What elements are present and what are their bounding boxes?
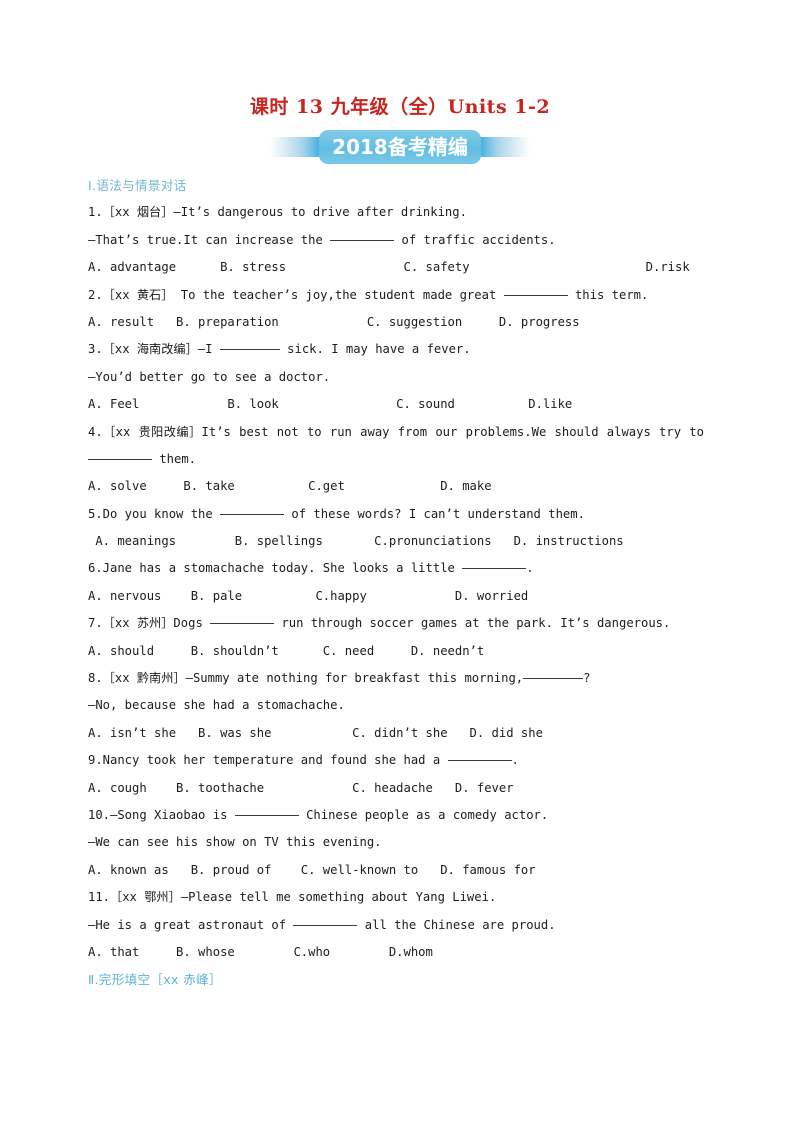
- question-8-reply: —No, because she had a stomachache.: [88, 698, 345, 713]
- question-1-reply-post: of traffic accidents.: [394, 232, 556, 247]
- question-3-reply: —You’d better go to see a doctor.: [88, 369, 331, 384]
- question-1-reply: —That’s true.It can increase the of traf…: [88, 227, 704, 254]
- question-3-stem-pre: 3.［xx 海南改编］—I: [88, 342, 220, 357]
- question-10-stem-pre: 10.—Song Xiaobao is: [88, 807, 235, 822]
- question-3-stem-post: sick. I may have a fever.: [279, 342, 471, 357]
- question-2-stem-post: this term.: [567, 287, 649, 302]
- question-4-stem-cont: them.: [88, 446, 704, 473]
- question-8-stem: 8.［xx 黔南州］—Summy ate nothing for breakfa…: [88, 665, 704, 692]
- question-5-stem-pre: 5.Do you know the: [88, 506, 221, 521]
- question-7-stem: 7.［xx 苏州］Dogs run through soccer games a…: [88, 610, 704, 637]
- answer-blank[interactable]: [210, 623, 275, 625]
- question-3-stem: 3.［xx 海南改编］—I sick. I may have a fever.: [88, 336, 704, 363]
- section-heading-cloze: Ⅱ.完形填空［xx 赤峰］: [88, 972, 222, 988]
- question-7-options[interactable]: A. should B. shouldn’t C. need D. needn’…: [88, 638, 704, 665]
- question-11-reply-pre: —He is a great astronaut of: [88, 917, 294, 932]
- question-10-reply: —We can see his show on TV this evening.: [88, 835, 382, 850]
- page-title: 课时 13 九年级（全）Units 1-2: [249, 96, 551, 118]
- question-9-stem-pre: 9.Nancy took her temperature and found s…: [88, 753, 448, 768]
- answer-blank[interactable]: [219, 349, 280, 351]
- question-1-options[interactable]: A. advantage B. stress C. safety D.risk: [88, 254, 704, 281]
- answer-blank[interactable]: [462, 568, 527, 570]
- question-9-stem: 9.Nancy took her temperature and found s…: [88, 747, 704, 774]
- question-7-stem-pre: 7.［xx 苏州］Dogs: [88, 616, 211, 631]
- question-6-stem-pre: 6.Jane has a stomachache today. She look…: [88, 561, 463, 576]
- question-5-stem: 5.Do you know the of these words? I can’…: [88, 501, 704, 528]
- question-8-options[interactable]: A. isn’t she B. was she C. didn’t she D.…: [88, 720, 704, 747]
- question-1-reply-pre: —That’s true.It can increase the: [88, 232, 331, 247]
- question-5-options[interactable]: A. meanings B. spellings C.pronunciation…: [88, 528, 704, 555]
- question-1-stem: 1.［xx 烟台］—It’s dangerous to drive after …: [88, 205, 467, 220]
- answer-blank[interactable]: [523, 678, 584, 680]
- question-7-stem-post: run through soccer games at the park. It…: [274, 616, 671, 631]
- question-3-options[interactable]: A. Feel B. look C. sound D.like: [88, 391, 704, 418]
- question-11-reply: —He is a great astronaut of all the Chin…: [88, 912, 704, 939]
- document-page: 课时 13 九年级（全）Units 1-2 2018备考精编 Ⅰ.语法与情景对话…: [0, 0, 800, 1132]
- question-11-options[interactable]: A. that B. whose C.who D.whom: [88, 939, 704, 966]
- answer-blank[interactable]: [88, 458, 152, 460]
- question-9-stem-post: .: [511, 753, 519, 768]
- answer-blank[interactable]: [293, 924, 358, 926]
- banner-label: 2018备考精编: [332, 135, 468, 159]
- question-9-options[interactable]: A. cough B. toothache C. headache D. fev…: [88, 775, 704, 802]
- question-10-options[interactable]: A. known as B. proud of C. well-known to…: [88, 857, 704, 884]
- question-2-stem-pre: 2.［xx 黄石］ To the teacher’s joy,the stude…: [88, 287, 504, 302]
- question-6-stem-post: .: [526, 561, 534, 576]
- banner-left-stripe: [270, 137, 323, 157]
- exercise-body: Ⅰ.语法与情景对话 1.［xx 烟台］—It’s dangerous to dr…: [88, 172, 704, 994]
- question-4-stem-post: them.: [152, 451, 197, 466]
- banner-graphic: 2018备考精编: [270, 129, 530, 165]
- section-heading-grammar: Ⅰ.语法与情景对话: [88, 178, 187, 193]
- answer-blank[interactable]: [220, 513, 285, 515]
- question-6-stem: 6.Jane has a stomachache today. She look…: [88, 555, 704, 582]
- question-11-stem: 11.［xx 鄂州］—Please tell me something abou…: [88, 890, 497, 905]
- question-10-stem: 10.—Song Xiaobao is Chinese people as a …: [88, 802, 704, 829]
- answer-blank[interactable]: [503, 294, 568, 296]
- question-8-stem-pre: 8.［xx 黔南州］—Summy ate nothing for breakfa…: [88, 671, 524, 686]
- question-11-reply-post: all the Chinese are proud.: [357, 917, 556, 932]
- question-4-options[interactable]: A. solve B. take C.get D. make: [88, 473, 704, 500]
- answer-blank[interactable]: [330, 239, 395, 241]
- answer-blank[interactable]: [234, 814, 299, 816]
- question-10-stem-post: Chinese people as a comedy actor.: [298, 807, 549, 822]
- banner-right-stripe: [477, 137, 530, 157]
- banner-badge: 2018备考精编: [319, 130, 481, 164]
- question-4-stem: 4.［xx 贵阳改编］It’s best not to run away fro…: [88, 424, 704, 439]
- exam-banner: 2018备考精编: [0, 129, 800, 165]
- question-8-stem-post: ?: [583, 671, 591, 686]
- question-5-stem-post: of these words? I can’t understand them.: [284, 506, 585, 521]
- question-2-stem: 2.［xx 黄石］ To the teacher’s joy,the stude…: [88, 282, 704, 309]
- question-6-options[interactable]: A. nervous B. pale C.happy D. worried: [88, 583, 704, 610]
- question-2-options[interactable]: A. result B. preparation C. suggestion D…: [88, 309, 704, 336]
- answer-blank[interactable]: [447, 760, 512, 762]
